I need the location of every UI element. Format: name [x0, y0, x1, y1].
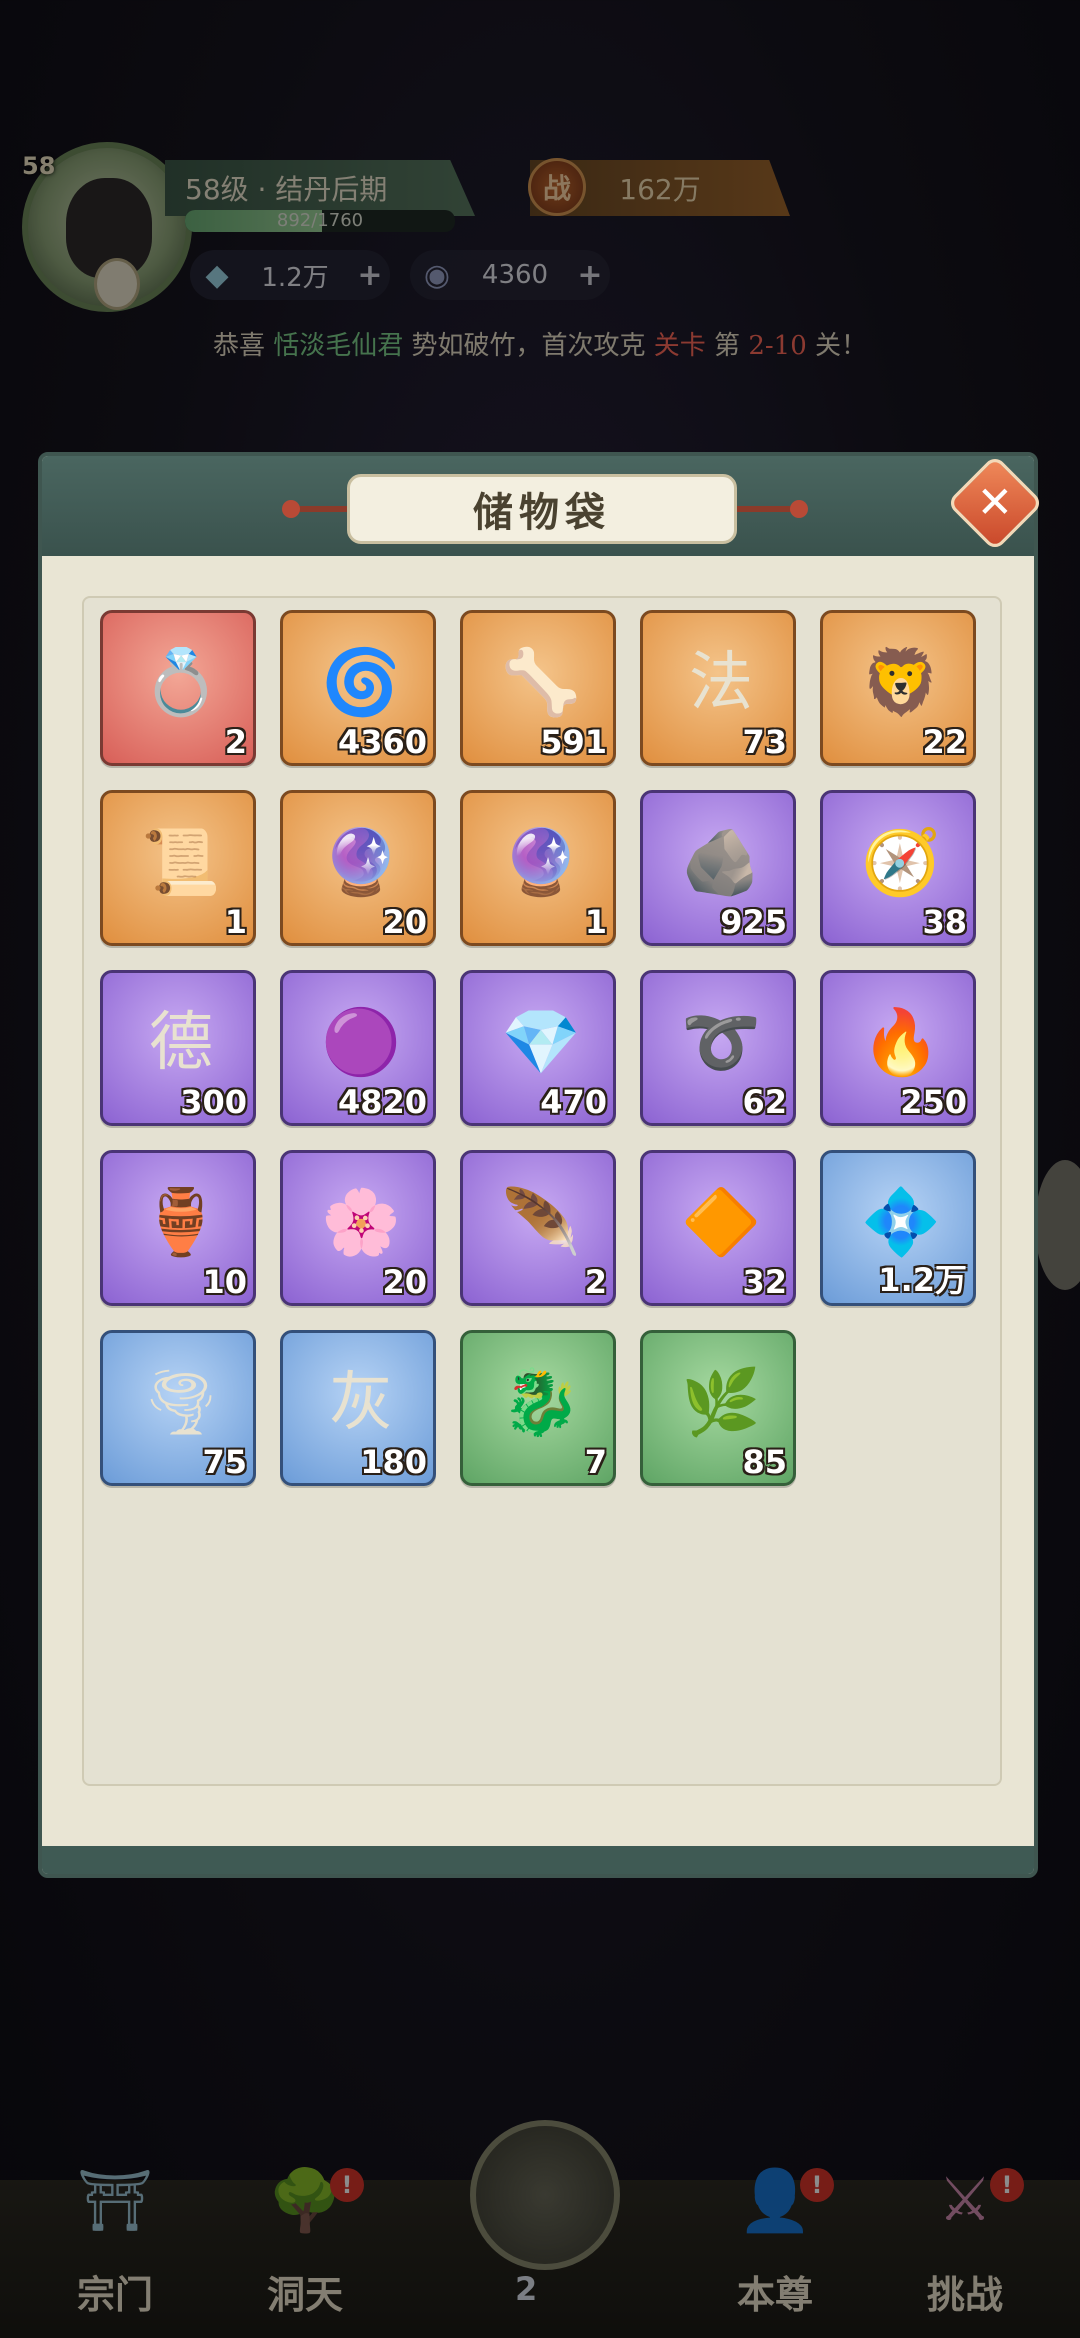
- golden-ring-icon: 💍: [141, 646, 221, 720]
- inventory-item-dark-ring[interactable]: ➰ 62: [640, 970, 796, 1126]
- crystal-ball-stand-icon: 🔮: [501, 826, 581, 900]
- item-count: 20: [382, 903, 427, 941]
- item-count: 2: [224, 723, 247, 761]
- inventory-item-storm-feather[interactable]: 🪶 2: [460, 1150, 616, 1306]
- inventory-item-purple-pearl[interactable]: 🟣 4820: [280, 970, 436, 1126]
- inventory-item-herb-leaf[interactable]: 🌿 85: [640, 1330, 796, 1486]
- inventory-item-pink-flower-orb[interactable]: 🌸 20: [280, 1150, 436, 1306]
- flame-core-icon: 🔥: [861, 1006, 941, 1080]
- inventory-item-talisman-paper[interactable]: 📜 1: [100, 790, 256, 946]
- item-count: 10: [202, 1263, 247, 1301]
- talisman-paper-icon: 📜: [141, 826, 221, 900]
- inventory-item-orb-scroll[interactable]: 🔮 20: [280, 790, 436, 946]
- jade-vase-icon: 🏺: [141, 1186, 221, 1260]
- herb-leaf-icon: 🌿: [681, 1366, 761, 1440]
- inventory-item-virtue-gourd[interactable]: 德 300: [100, 970, 256, 1126]
- wind-orb-icon: 🌪: [140, 1366, 222, 1440]
- item-count: 4820: [337, 1083, 427, 1121]
- pink-flower-orb-icon: 🌸: [321, 1186, 401, 1260]
- inventory-item-gold-crystal[interactable]: 💎 470: [460, 970, 616, 1126]
- white-claw-icon: 🦴: [501, 646, 581, 720]
- rope-knot-right: [790, 500, 808, 518]
- blue-orb-icon: 🌀: [321, 646, 401, 720]
- amber-crystal-icon: 🔶: [681, 1186, 761, 1260]
- item-count: 85: [742, 1443, 787, 1481]
- item-count: 1: [584, 903, 607, 941]
- inventory-item-law-token[interactable]: 法 73: [640, 610, 796, 766]
- panel-title: 储物袋: [347, 474, 737, 544]
- purple-pearl-icon: 🟣: [321, 1006, 401, 1080]
- dragon-pearl-icon: 🐉: [501, 1366, 581, 1440]
- item-count: 591: [540, 723, 607, 761]
- item-count: 32: [742, 1263, 787, 1301]
- item-count: 22: [922, 723, 967, 761]
- inventory-item-jade-lion[interactable]: 🦁 22: [820, 610, 976, 766]
- panel-footer-band: [42, 1846, 1034, 1874]
- inventory-item-flame-core[interactable]: 🔥 250: [820, 970, 976, 1126]
- item-count: 20: [382, 1263, 427, 1301]
- item-grid: 💍 2 🌀 4360 🦴 591 法 73 🦁 22 📜 1 🔮 20 🔮 1 🪨 925 🧭 38 德 300 🟣 4820…: [100, 610, 1000, 1510]
- storm-feather-icon: 🪶: [501, 1186, 581, 1260]
- compass-icon: 🧭: [861, 826, 941, 900]
- inventory-item-fire-scroll[interactable]: 灰 180: [280, 1330, 436, 1486]
- inventory-item-ice-crystal[interactable]: 💠 1.2万: [820, 1150, 976, 1306]
- item-count: 62: [742, 1083, 787, 1121]
- item-count: 4360: [337, 723, 427, 761]
- inventory-item-blue-orb[interactable]: 🌀 4360: [280, 610, 436, 766]
- inventory-item-dark-ore[interactable]: 🪨 925: [640, 790, 796, 946]
- item-count: 7: [584, 1443, 607, 1481]
- item-count: 73: [742, 723, 787, 761]
- item-count: 470: [540, 1083, 607, 1121]
- rope-knot-left: [282, 500, 300, 518]
- item-count: 75: [202, 1443, 247, 1481]
- item-count: 300: [180, 1083, 247, 1121]
- item-count: 1.2万: [878, 1261, 967, 1299]
- item-count: 1: [224, 903, 247, 941]
- inventory-item-golden-ring[interactable]: 💍 2: [100, 610, 256, 766]
- orb-scroll-icon: 🔮: [321, 826, 401, 900]
- fire-scroll-icon: 灰: [329, 1366, 393, 1440]
- inventory-item-amber-crystal[interactable]: 🔶 32: [640, 1150, 796, 1306]
- item-count: 925: [720, 903, 787, 941]
- virtue-gourd-icon: 德: [149, 1006, 213, 1080]
- gold-crystal-icon: 💎: [501, 1006, 581, 1080]
- item-count: 2: [584, 1263, 607, 1301]
- inventory-item-crystal-ball-stand[interactable]: 🔮 1: [460, 790, 616, 946]
- law-token-icon: 法: [689, 646, 753, 720]
- inventory-item-dragon-pearl[interactable]: 🐉 7: [460, 1330, 616, 1486]
- inventory-item-compass[interactable]: 🧭 38: [820, 790, 976, 946]
- jade-lion-icon: 🦁: [861, 646, 941, 720]
- close-icon: ✕: [976, 477, 1014, 528]
- dark-ore-icon: 🪨: [681, 826, 761, 900]
- inventory-item-white-claw[interactable]: 🦴 591: [460, 610, 616, 766]
- item-count: 250: [900, 1083, 967, 1121]
- dark-ring-icon: ➰: [681, 1006, 761, 1080]
- item-count: 180: [360, 1443, 427, 1481]
- inventory-item-wind-orb[interactable]: 🌪 75: [100, 1330, 256, 1486]
- item-count: 38: [922, 903, 967, 941]
- inventory-item-jade-vase[interactable]: 🏺 10: [100, 1150, 256, 1306]
